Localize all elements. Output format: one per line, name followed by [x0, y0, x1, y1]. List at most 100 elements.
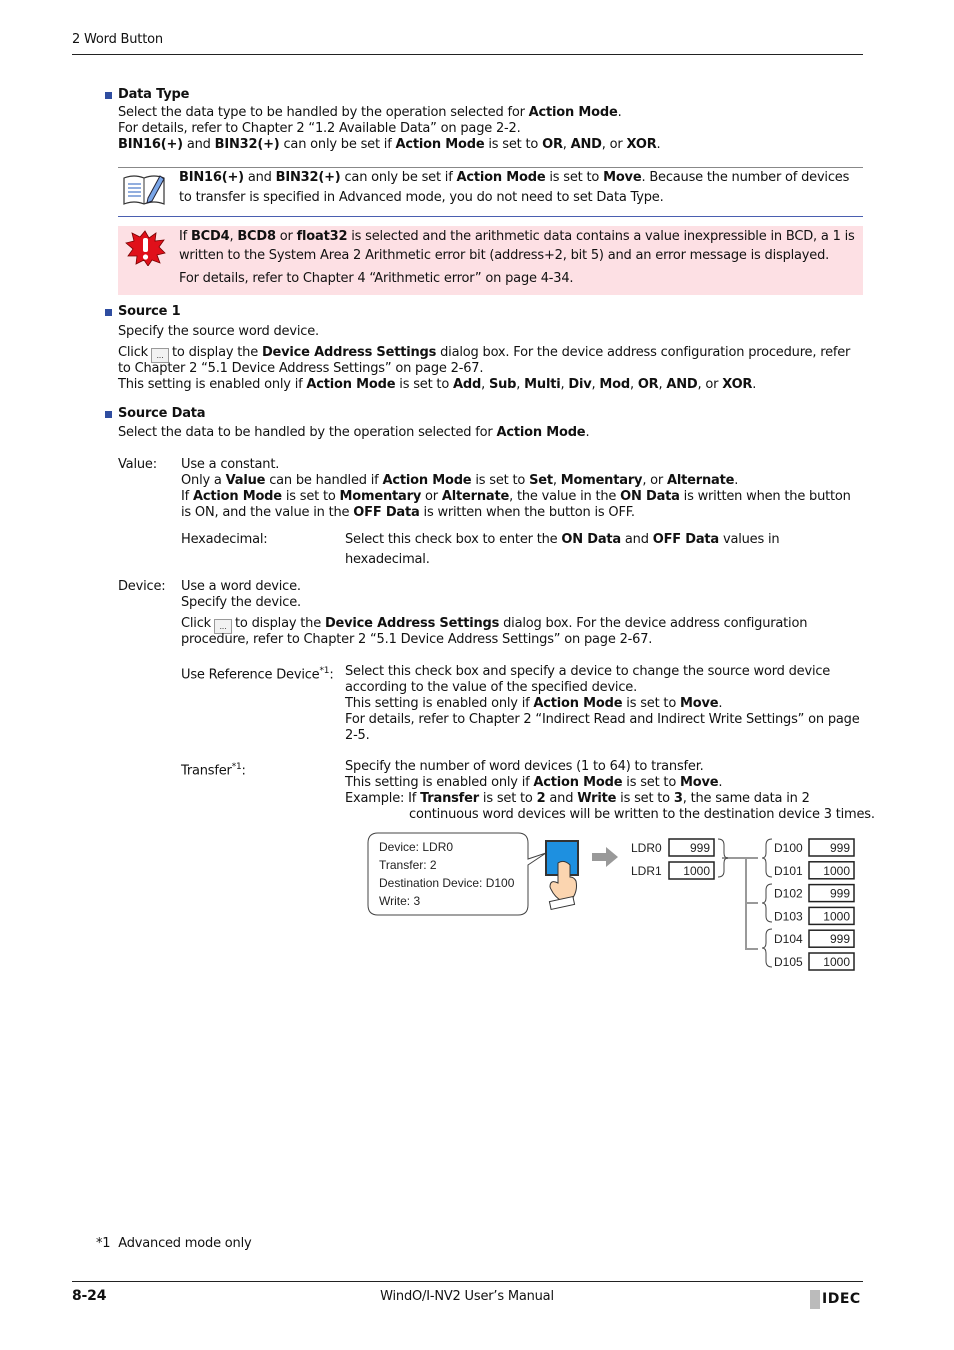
dest-value: 999 [830, 841, 850, 855]
bullet-icon [105, 411, 112, 418]
text-run: . [734, 473, 739, 488]
bullet-icon [105, 92, 112, 99]
paragraph-line: Select the data type to be handled by th… [118, 105, 622, 121]
text-run: is set to [622, 775, 681, 790]
text-run: , or [697, 377, 723, 392]
bold-term: Write [577, 791, 617, 806]
dest-device-name: D102 [774, 887, 803, 901]
text-run: This setting is enabled only if [345, 696, 534, 711]
bold-term: Alternate [441, 489, 510, 504]
click-text: Click [118, 345, 148, 360]
text-run: is set to [478, 791, 537, 806]
text-run: , or [642, 473, 668, 488]
text-run: , [516, 377, 525, 392]
bold-term: Move [603, 170, 642, 185]
text-run: Specify the number of word devices (1 to… [345, 759, 704, 774]
bold-term: 3 [673, 791, 683, 806]
bold-term: Add [453, 377, 482, 392]
bold-term: Action Mode [533, 775, 623, 790]
text-run: Example: If [345, 791, 421, 806]
dest-value: 1000 [823, 909, 850, 923]
text-run: For details, refer to Chapter 4 “Arithme… [179, 271, 574, 286]
bold-term: Transfer [420, 791, 479, 806]
text-run: according to the value of the specified … [345, 680, 638, 695]
text-run: is set to [395, 377, 454, 392]
header-rule [72, 54, 863, 55]
text-run: hexadecimal. [345, 552, 430, 567]
text-run: to display the [171, 345, 262, 360]
bold-term: Action Mode [306, 377, 396, 392]
idec-logo: IDEC [822, 1291, 861, 1307]
dest-value: 1000 [823, 955, 850, 969]
paragraph-line: Only a Value can be handled if Action Mo… [181, 473, 738, 489]
arrow-right-icon [592, 847, 618, 867]
bold-term: Value [225, 473, 266, 488]
bold-term: Alternate [667, 473, 735, 488]
text-run: If [179, 229, 191, 244]
dest-value: 999 [830, 887, 850, 901]
paragraph-line: For details, refer to Chapter 2 “Indirec… [345, 712, 860, 728]
paragraph-line: to Chapter 2 “5.1 Device Address Setting… [118, 361, 483, 377]
bold-term: Set [529, 473, 553, 488]
paragraph-line: Specify the number of word devices (1 to… [345, 759, 704, 775]
callout-line: Device: LDR0 [379, 840, 453, 854]
text-run: Specify the device. [181, 595, 301, 610]
text-run: , [481, 377, 489, 392]
text-run: Select the data type to be handled by th… [118, 105, 529, 120]
bold-term: Div [568, 377, 592, 392]
text-run: is set to [484, 137, 543, 152]
section-heading-source-data: Source Data [118, 406, 206, 421]
text-run: is set to [616, 791, 674, 806]
caution-line: written to the System Area 2 Arithmetic … [179, 248, 829, 264]
paragraph-text: to display the Device Address Settings d… [172, 345, 850, 360]
bold-term: Action Mode [395, 137, 485, 152]
text-run: . [656, 137, 661, 152]
caution-line: For details, refer to Chapter 4 “Arithme… [179, 271, 574, 287]
text-run: is set to [471, 473, 530, 488]
bullet-icon [105, 309, 112, 316]
transfer-label: Transfer*1: [181, 759, 246, 779]
callout-line: Write: 3 [379, 894, 420, 908]
paragraph-line: according to the value of the specified … [345, 680, 637, 696]
text-run: Select this check box and specify a devi… [345, 664, 831, 679]
bold-term: Move [680, 775, 719, 790]
section-heading-source-1: Source 1 [118, 304, 181, 319]
text-run: , the value in the [509, 489, 621, 504]
source-value: 1000 [683, 864, 710, 878]
colon: : [329, 667, 334, 683]
dest-device-name: D103 [774, 909, 803, 923]
text-run: Use a word device. [181, 579, 301, 594]
bold-term: AND [666, 377, 698, 392]
text-run: . [617, 105, 622, 120]
dest-value: 999 [830, 932, 850, 946]
text-run: is set to [281, 489, 340, 504]
text-run: can only be set if [279, 137, 396, 152]
bold-term: Move [680, 696, 719, 711]
bold-term: Action Mode [496, 425, 586, 440]
bold-term: Action Mode [533, 696, 623, 711]
note-line: BIN16(+) and BIN32(+) can only be set if… [179, 170, 849, 186]
text-run: , the same data in 2 [682, 791, 810, 806]
dest-device-name: D100 [774, 841, 803, 855]
paragraph-line: Specify the device. [181, 595, 301, 611]
text-run: . [718, 775, 723, 790]
bold-term: Action Mode [382, 473, 472, 488]
text-run: can be handled if [265, 473, 383, 488]
text-run: . [585, 425, 590, 440]
callout-line: Destination Device: D100 [379, 876, 515, 890]
note-pencil-icon [123, 175, 165, 205]
colon: : [241, 763, 246, 779]
dest-value: 1000 [823, 864, 850, 878]
dest-device-name: D104 [774, 932, 803, 946]
click-text: Click [181, 616, 211, 631]
text-run: For details, refer to Chapter 2 “1.2 Ava… [118, 121, 521, 136]
source-device-name: LDR0 [631, 841, 662, 855]
text-run: . [752, 377, 757, 392]
footnote-text: Advanced mode only [118, 1236, 252, 1251]
dest-device-name: D105 [774, 955, 803, 969]
bold-term: Mod [599, 377, 630, 392]
text-run: , [562, 137, 571, 152]
text-run: and [545, 791, 578, 806]
source-device-name: LDR1 [631, 864, 662, 878]
footnote-ref: *1 [231, 762, 242, 772]
